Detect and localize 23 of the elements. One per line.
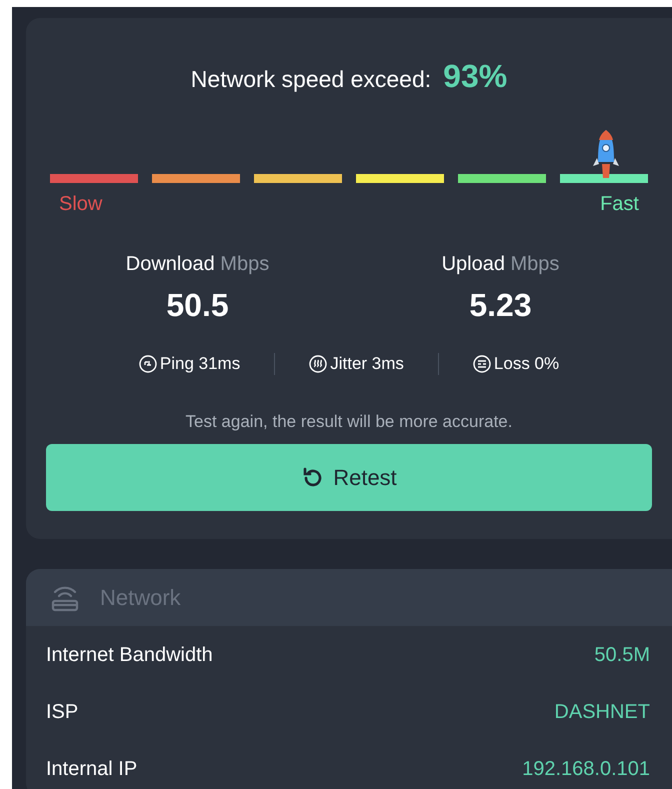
retest-button[interactable]: Retest	[46, 444, 652, 511]
stat-text: Jitter 3ms	[330, 353, 404, 375]
router-icon	[50, 584, 80, 612]
info-value: DASHNET	[554, 700, 650, 724]
info-value: 192.168.0.101	[522, 756, 650, 782]
hint-text: Test again, the result will be more accurate.	[184, 410, 514, 432]
speed-value: 5.23	[469, 286, 532, 325]
fast-label: Fast	[600, 192, 639, 217]
slow-label: Slow	[59, 192, 102, 217]
stat-text: Ping 31ms	[160, 353, 240, 375]
speed-headline: Network speed exceed:	[190, 65, 432, 94]
speed-label: Download Mbps	[126, 252, 270, 277]
speed-percentile: 93%	[443, 57, 508, 96]
info-label: Internal IP	[46, 756, 138, 782]
info-label: Internet Bandwidth	[46, 642, 213, 668]
ping-icon	[138, 354, 157, 373]
speed-value: 50.5	[166, 286, 229, 325]
stat-text: Loss 0%	[494, 353, 560, 375]
wave-icon	[309, 354, 328, 373]
speed-label: Upload Mbps	[442, 252, 560, 277]
info-value: 50.5M	[594, 642, 650, 668]
list-icon	[472, 354, 491, 373]
info-label: ISP	[46, 700, 78, 724]
